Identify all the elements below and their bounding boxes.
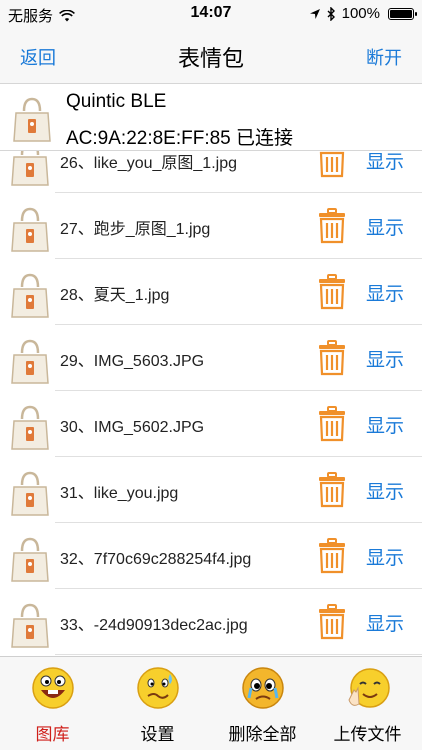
navigation-bar: 返回 表情包 断开 xyxy=(0,28,422,84)
file-row: 30、IMG_5602.JPG 显示 xyxy=(0,391,422,457)
file-list: 26、like_you_原图_1.jpg 显示 27、跑步_原图_1.jpg 显… xyxy=(0,151,422,656)
tab-upload[interactable]: 上传文件 xyxy=(315,657,420,750)
show-button[interactable]: 显示 xyxy=(366,345,404,372)
tab-label: 删除全部 xyxy=(228,725,297,744)
location-arrow-icon xyxy=(309,8,320,19)
tab-label: 设置 xyxy=(140,725,175,744)
bag-thumbnail-icon xyxy=(11,273,49,318)
tab-gallery[interactable]: 图库 xyxy=(0,657,105,750)
disconnect-button[interactable]: 断开 xyxy=(366,44,402,70)
app-screen: 无服务 14:07 100% 返回 表情包 断开 Quintic BLE AC:… xyxy=(0,0,422,750)
file-name: 30、IMG_5602.JPG xyxy=(60,419,205,436)
show-button[interactable]: 显示 xyxy=(366,151,404,174)
status-right: 100% xyxy=(309,5,417,22)
trash-icon[interactable] xyxy=(318,604,346,640)
show-button[interactable]: 显示 xyxy=(366,609,404,636)
bag-thumbnail-icon xyxy=(11,405,49,450)
file-name: 32、7f70c69c288254f4.jpg xyxy=(60,551,252,568)
gallery-emoji-icon xyxy=(32,667,74,709)
show-button[interactable]: 显示 xyxy=(366,279,404,306)
bag-thumbnail-icon xyxy=(11,471,49,516)
tab-settings[interactable]: 设置 xyxy=(105,657,210,750)
trash-icon[interactable] xyxy=(318,472,346,508)
bag-thumbnail-icon xyxy=(11,207,49,252)
battery-percent: 100% xyxy=(341,5,380,22)
file-row: 27、跑步_原图_1.jpg 显示 xyxy=(0,193,422,259)
tab-delete-all[interactable]: 删除全部 xyxy=(210,657,315,750)
trash-icon[interactable] xyxy=(318,151,346,178)
trash-icon[interactable] xyxy=(318,208,346,244)
bag-thumbnail-icon xyxy=(11,339,49,384)
device-header: Quintic BLE AC:9A:22:8E:FF:85 已连接 xyxy=(0,85,422,151)
show-button[interactable]: 显示 xyxy=(366,543,404,570)
trash-icon[interactable] xyxy=(318,340,346,376)
upload-emoji-icon xyxy=(348,668,390,708)
device-address-status: AC:9A:22:8E:FF:85 已连接 xyxy=(66,128,294,149)
bag-thumbnail-icon xyxy=(11,537,49,582)
page-title: 表情包 xyxy=(177,46,244,71)
file-row: 29、IMG_5603.JPG 显示 xyxy=(0,325,422,391)
status-bar: 无服务 14:07 100% xyxy=(0,0,422,28)
tab-label: 图库 xyxy=(35,725,70,744)
battery-icon xyxy=(388,7,417,20)
tab-label: 上传文件 xyxy=(333,725,402,744)
settings-emoji-icon xyxy=(137,667,179,709)
file-row: 28、夏天_1.jpg 显示 xyxy=(0,259,422,325)
file-row: 26、like_you_原图_1.jpg 显示 xyxy=(0,151,422,193)
file-name: 26、like_you_原图_1.jpg xyxy=(60,155,237,172)
file-row: 32、7f70c69c288254f4.jpg 显示 xyxy=(0,523,422,589)
bag-thumbnail-icon xyxy=(11,151,49,186)
delete-all-emoji-icon xyxy=(242,667,284,709)
file-row: 31、like_you.jpg 显示 xyxy=(0,457,422,523)
file-name: 27、跑步_原图_1.jpg xyxy=(60,221,211,238)
bag-thumbnail-icon xyxy=(13,97,51,142)
show-button[interactable]: 显示 xyxy=(366,411,404,438)
trash-icon[interactable] xyxy=(318,538,346,574)
trash-icon[interactable] xyxy=(318,274,346,310)
show-button[interactable]: 显示 xyxy=(366,477,404,504)
bag-thumbnail-icon xyxy=(11,603,49,648)
file-row: 33、-24d90913dec2ac.jpg 显示 xyxy=(0,589,422,655)
file-name: 29、IMG_5603.JPG xyxy=(60,353,205,370)
trash-icon[interactable] xyxy=(318,406,346,442)
tab-bar: 图库 设置 删除全部 上传文件 xyxy=(0,656,422,750)
device-name: Quintic BLE xyxy=(66,91,167,112)
bluetooth-icon xyxy=(327,6,335,21)
show-button[interactable]: 显示 xyxy=(366,213,404,240)
file-name: 31、like_you.jpg xyxy=(60,485,179,502)
file-name: 33、-24d90913dec2ac.jpg xyxy=(60,617,248,634)
file-name: 28、夏天_1.jpg xyxy=(60,287,170,304)
